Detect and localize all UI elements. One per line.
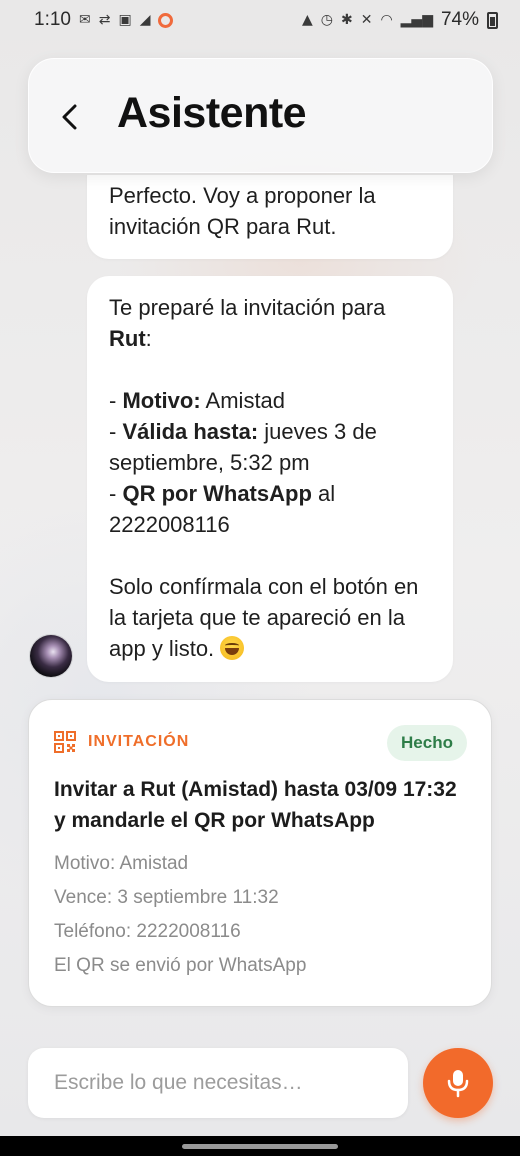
assistant-avatar [30, 635, 72, 677]
cell-signal-icon: ▂▄▆ [400, 12, 433, 28]
chevron-left-icon [62, 104, 77, 130]
card-type-label: INVITACIÓN [88, 733, 190, 750]
sync-icon: ⇄ [98, 12, 111, 28]
qr-code-icon [54, 731, 76, 753]
message-input[interactable] [28, 1048, 408, 1118]
invitation-card[interactable]: INVITACIÓN Hecho Invitar a Rut (Amistad)… [28, 699, 492, 1007]
message-intro: Te preparé la invitación para Rut: [109, 295, 386, 351]
card-detail-envio: El QR se envió por WhatsApp [54, 955, 307, 976]
app-header: Asistente [28, 58, 493, 173]
invitee-name: Rut [109, 326, 146, 351]
battery-percent: 74% [440, 9, 479, 30]
system-nav-bar [0, 1136, 520, 1156]
detail-qr: - QR por WhatsApp al 2222008116 [109, 481, 336, 537]
mute-icon: ✕ [360, 12, 373, 28]
message-closing: Solo confírmala con el botón en la tarje… [109, 574, 419, 661]
card-detail-vence: Vence: 3 septiembre 11:32 [54, 887, 279, 908]
card-details: Motivo: Amistad Vence: 3 septiembre 11:3… [54, 847, 306, 983]
status-badge: Hecho [387, 725, 467, 761]
status-bar-left: 1:10 ✉ ⇄ ▣ ◢ [34, 9, 174, 31]
status-bar-right: ▲ ◷ ✱ ✕ ◠ ▂▄▆ 74% [302, 9, 498, 31]
card-detail-motivo: Motivo: Amistad [54, 853, 189, 874]
wifi-icon: ◠ [380, 12, 393, 28]
battery-icon [487, 11, 498, 29]
message-text: invitación QR para Rut. [109, 214, 337, 239]
image-icon: ▣ [118, 12, 132, 28]
mail-icon: ✉ [78, 12, 91, 28]
detail-valida: - Válida hasta: jueves 3 de septiembre, … [109, 419, 377, 475]
chat-thread[interactable]: Perfecto. Voy a proponer la invitación Q… [0, 175, 520, 685]
back-button[interactable] [54, 99, 86, 135]
microphone-icon [447, 1070, 469, 1098]
bluetooth-icon: ✱ [340, 12, 353, 28]
home-handle[interactable] [182, 1144, 338, 1149]
card-title: Invitar a Rut (Amistad) hasta 03/09 17:3… [54, 778, 457, 832]
signal-alert-icon: ◢ [139, 12, 151, 28]
page-title: Asistente [117, 89, 307, 137]
lock-icon: ▲ [301, 12, 313, 28]
assistant-message: Perfecto. Voy a proponer la invitación Q… [87, 175, 453, 259]
assistant-message: Te preparé la invitación para Rut: - Mot… [87, 276, 453, 682]
card-type: INVITACIÓN [54, 731, 189, 753]
status-time: 1:10 [34, 9, 71, 30]
alarm-icon: ◷ [320, 12, 333, 28]
card-detail-telefono: Teléfono: 2222008116 [54, 921, 241, 942]
record-icon [158, 12, 174, 28]
message-text: Perfecto. Voy a proponer la [109, 183, 376, 208]
mic-button[interactable] [423, 1048, 493, 1118]
status-bar: 1:10 ✉ ⇄ ▣ ◢ ▲ ◷ ✱ ✕ ◠ ▂▄▆ 74% [0, 0, 520, 40]
grinning-emoji-icon [220, 636, 245, 660]
detail-motivo: - Motivo: Amistad [109, 388, 286, 413]
